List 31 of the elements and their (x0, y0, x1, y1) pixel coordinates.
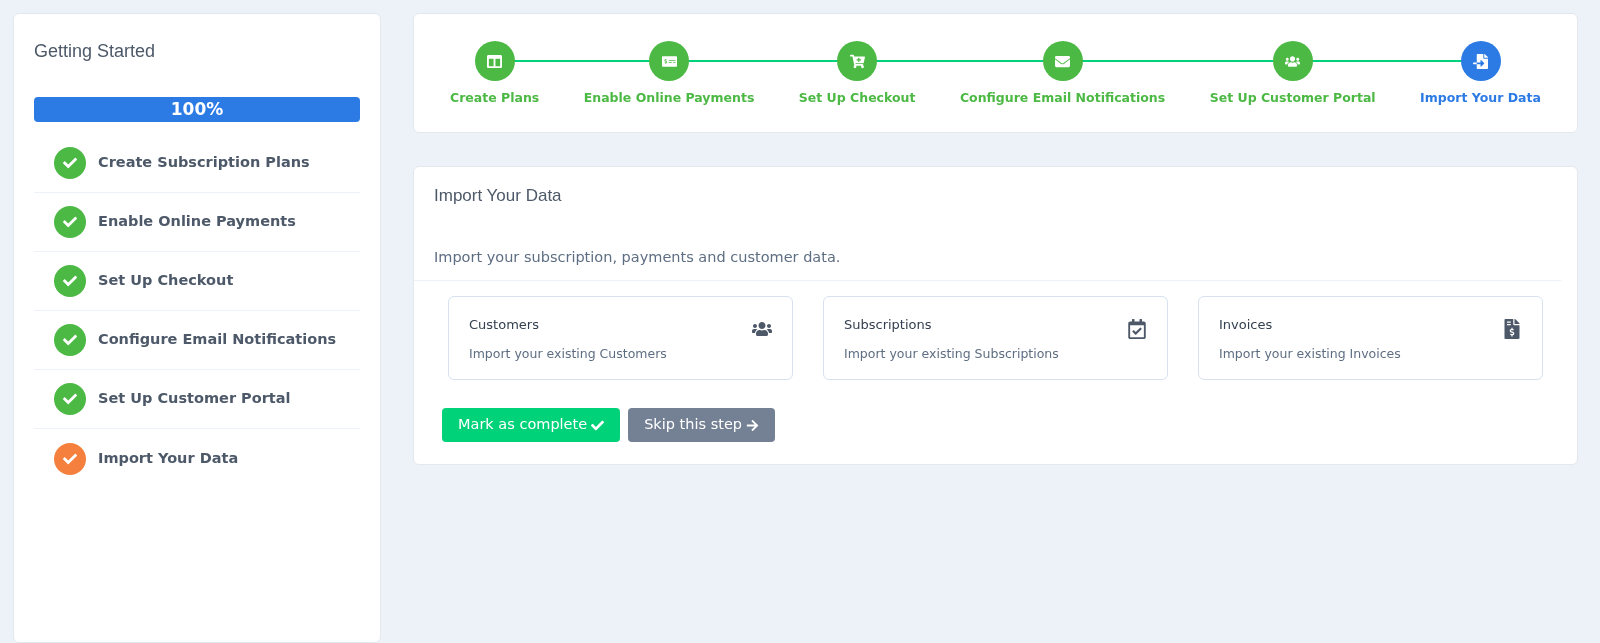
people-icon[interactable] (1272, 41, 1313, 81)
checklist-item[interactable]: Set Up Customer Portal (98, 388, 291, 410)
check-icon (591, 418, 605, 432)
card-description: Import your subscription, payments and customer data. (414, 246, 1561, 282)
card-title: Import Your Data (433, 185, 563, 207)
file-import-icon[interactable] (1460, 41, 1501, 81)
step-label[interactable]: Import Your Data (1420, 89, 1541, 108)
checklist-item[interactable]: Configure Email Notifications (98, 329, 337, 351)
invoice-icon (1502, 319, 1522, 340)
calendar-check-icon (1127, 319, 1147, 340)
import-option-card[interactable]: Customers Import your existing Customers (448, 296, 793, 381)
checklist-item[interactable]: Create Subscription Plans (98, 152, 310, 174)
import-option-card[interactable]: Invoices Import your existing Invoices (1198, 296, 1543, 381)
option-text: Import your existing Customers (469, 344, 667, 363)
columns-icon[interactable] (474, 41, 515, 81)
option-text: Import your existing Invoices (1219, 344, 1401, 363)
option-title: Invoices (1219, 316, 1274, 335)
checklist-item[interactable]: Enable Online Payments (98, 211, 296, 233)
option-title: Subscriptions (844, 316, 933, 335)
option-title: Customers (469, 316, 540, 335)
checklist-item[interactable]: Import Your Data (98, 447, 239, 470)
progress-label: 100% (169, 97, 225, 121)
option-text: Import your existing Subscriptions (844, 344, 1059, 363)
cart-icon[interactable] (837, 41, 878, 81)
sidebar-title: Getting Started (34, 40, 157, 63)
cheque-icon[interactable] (649, 41, 690, 81)
skip-button[interactable]: Skip this step (628, 408, 775, 443)
envelope-icon[interactable] (1042, 41, 1083, 81)
arrow-right-icon (746, 418, 759, 432)
checklist-item[interactable]: Set Up Checkout (98, 270, 234, 292)
import-option-card[interactable]: Subscriptions Import your existing Subscriptions (823, 296, 1168, 381)
